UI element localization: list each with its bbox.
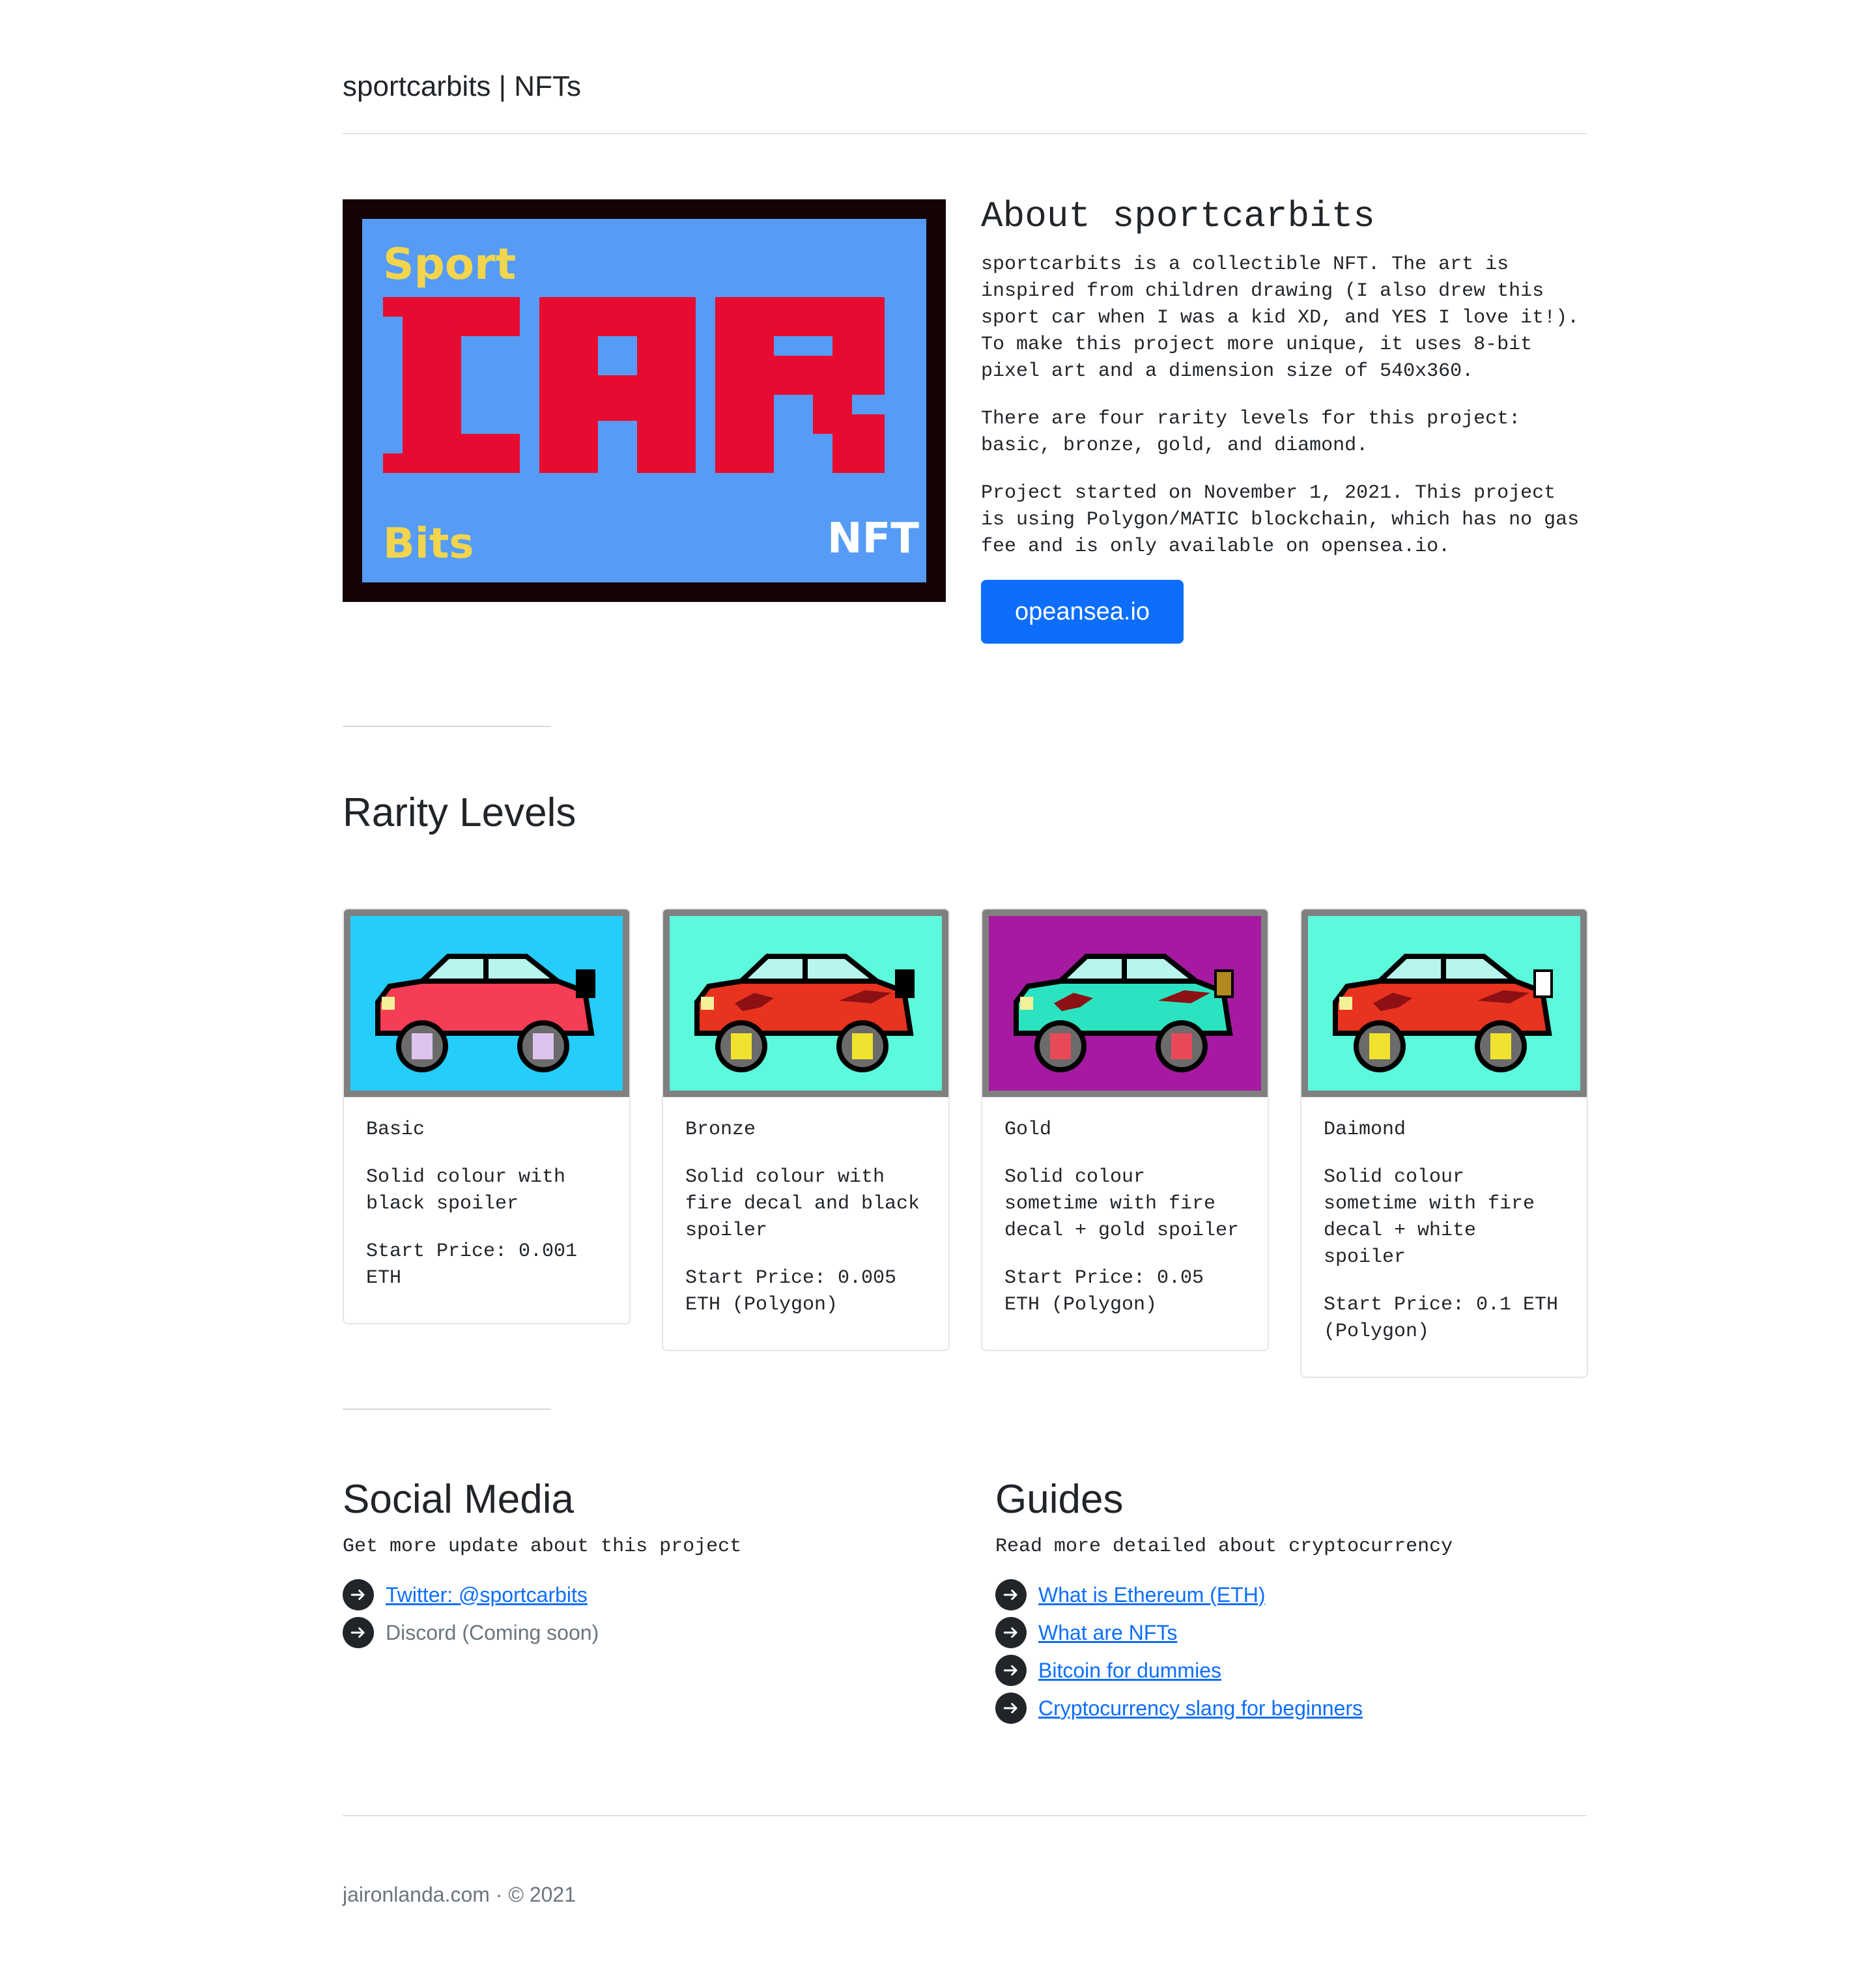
card-description: Solid colour with black spoiler	[366, 1166, 566, 1215]
about-paragraph: sportcarbits is a collectible NFT. The a…	[981, 253, 1580, 382]
guide-link-nfts[interactable]: What are NFTs	[1038, 1621, 1177, 1645]
social-section: Social Media Get more update about this …	[343, 1474, 929, 1651]
arrow-right-icon	[343, 1579, 374, 1610]
logo-sport-text: Sport	[383, 239, 516, 289]
car-wheel-hub	[533, 1033, 554, 1059]
car-headlight	[701, 997, 714, 1010]
card-image	[344, 909, 629, 1097]
card-price: Start Price: 0.005 ETH (Polygon)	[685, 1267, 897, 1316]
list-item: Discord (Coming soon)	[343, 1614, 929, 1651]
car-pixel-art	[989, 916, 1261, 1091]
car-headlight	[1339, 997, 1352, 1010]
section-divider	[343, 726, 551, 727]
guides-section: Guides Read more detailed about cryptocu…	[995, 1474, 1582, 1727]
car-pixel-art	[670, 916, 942, 1091]
list-item: What are NFTs	[995, 1614, 1582, 1651]
card-image	[982, 909, 1268, 1097]
logo-nft-text: NFT	[827, 515, 919, 563]
logo-bits-text: Bits	[383, 520, 474, 568]
logo-artwork: Sport Bits NFT	[362, 219, 926, 582]
guide-link-bitcoin[interactable]: Bitcoin for dummies	[1038, 1659, 1221, 1683]
guide-link-ethereum[interactable]: What is Ethereum (ETH)	[1038, 1583, 1266, 1607]
list-item: Bitcoin for dummies	[995, 1651, 1582, 1689]
car-wheel-hub	[1369, 1033, 1390, 1059]
card-description: Solid colour sometime with fire decal + …	[1324, 1166, 1535, 1268]
arrow-right-icon	[995, 1655, 1027, 1686]
guides-links: What is Ethereum (ETH) What are NFTs Bit…	[995, 1576, 1582, 1727]
list-item: Twitter: @sportcarbits	[343, 1576, 929, 1614]
social-links: Twitter: @sportcarbits Discord (Coming s…	[343, 1576, 929, 1651]
rarity-card-diamond[interactable]: Daimond Solid colour sometime with fire …	[1300, 908, 1588, 1378]
car-wheel-hub	[1050, 1033, 1071, 1059]
car-wheel-hub	[1171, 1033, 1192, 1059]
rarity-card-basic[interactable]: Basic Solid colour with black spoiler St…	[343, 908, 631, 1324]
card-image	[663, 909, 948, 1097]
project-logo: Sport Bits NFT	[343, 199, 946, 602]
card-title: Bronze	[685, 1119, 756, 1141]
list-item: Cryptocurrency slang for beginners	[995, 1689, 1582, 1727]
arrow-right-icon	[995, 1693, 1027, 1724]
card-description: Solid colour sometime with fire decal + …	[1004, 1166, 1240, 1242]
car-pixel-art	[350, 916, 623, 1091]
card-description: Solid colour with fire decal and black s…	[685, 1166, 920, 1242]
card-body: Basic Solid colour with black spoiler St…	[344, 1097, 629, 1323]
card-title: Gold	[1004, 1119, 1052, 1141]
footer-divider	[343, 1815, 1587, 1816]
car-pixel-art	[1308, 916, 1580, 1091]
rarity-card-gold[interactable]: Gold Solid colour sometime with fire dec…	[981, 908, 1269, 1351]
car-spoiler	[576, 969, 595, 998]
car-spoiler	[1533, 969, 1553, 998]
arrow-right-icon	[995, 1617, 1027, 1648]
site-title[interactable]: sportcarbits | NFTs	[343, 70, 581, 103]
footer-text: jaironlanda.com · © 2021	[343, 1883, 576, 1906]
about-title: About sportcarbits	[981, 195, 1375, 237]
social-subtitle: Get more update about this project	[343, 1536, 742, 1558]
card-price: Start Price: 0.1 ETH (Polygon)	[1324, 1294, 1559, 1343]
card-title: Basic	[366, 1119, 425, 1141]
guide-link-slang[interactable]: Cryptocurrency slang for beginners	[1038, 1696, 1363, 1721]
car-wheel-hub	[412, 1033, 433, 1059]
list-item: What is Ethereum (ETH)	[995, 1576, 1582, 1614]
about-paragraph: Project started on November 1, 2021. Thi…	[981, 482, 1580, 558]
car-spoiler	[895, 969, 915, 998]
guides-heading: Guides	[995, 1477, 1124, 1522]
header-divider	[343, 133, 1587, 134]
card-body: Gold Solid colour sometime with fire dec…	[982, 1097, 1268, 1350]
car-wheel-hub	[1490, 1033, 1511, 1059]
card-body: Daimond Solid colour sometime with fire …	[1301, 1097, 1587, 1377]
car-wheel-hub	[852, 1033, 873, 1059]
social-heading: Social Media	[343, 1477, 574, 1522]
car-spoiler	[1214, 969, 1234, 998]
about-paragraph: There are four rarity levels for this pr…	[981, 408, 1521, 457]
rarity-card-bronze[interactable]: Bronze Solid colour with fire decal and …	[662, 908, 950, 1351]
card-price: Start Price: 0.05 ETH (Polygon)	[1004, 1267, 1204, 1316]
section-divider	[343, 1408, 551, 1410]
card-body: Bronze Solid colour with fire decal and …	[663, 1097, 948, 1350]
about-section: About sportcarbits sportcarbits is a col…	[981, 193, 1587, 644]
arrow-right-icon	[995, 1579, 1027, 1610]
card-title: Daimond	[1324, 1119, 1406, 1141]
car-headlight	[1020, 997, 1033, 1010]
twitter-link[interactable]: Twitter: @sportcarbits	[386, 1583, 588, 1607]
opensea-button[interactable]: opeansea.io	[981, 580, 1184, 644]
card-price: Start Price: 0.001 ETH	[366, 1240, 578, 1289]
arrow-right-icon	[343, 1617, 374, 1648]
guides-subtitle: Read more detailed about cryptocurrency	[995, 1536, 1453, 1558]
car-headlight	[382, 997, 395, 1010]
discord-label: Discord (Coming soon)	[386, 1620, 599, 1644]
rarity-heading: Rarity Levels	[343, 790, 576, 835]
rarity-cards: Basic Solid colour with black spoiler St…	[343, 908, 1588, 1378]
car-wheel-hub	[731, 1033, 752, 1059]
card-image	[1301, 909, 1587, 1097]
